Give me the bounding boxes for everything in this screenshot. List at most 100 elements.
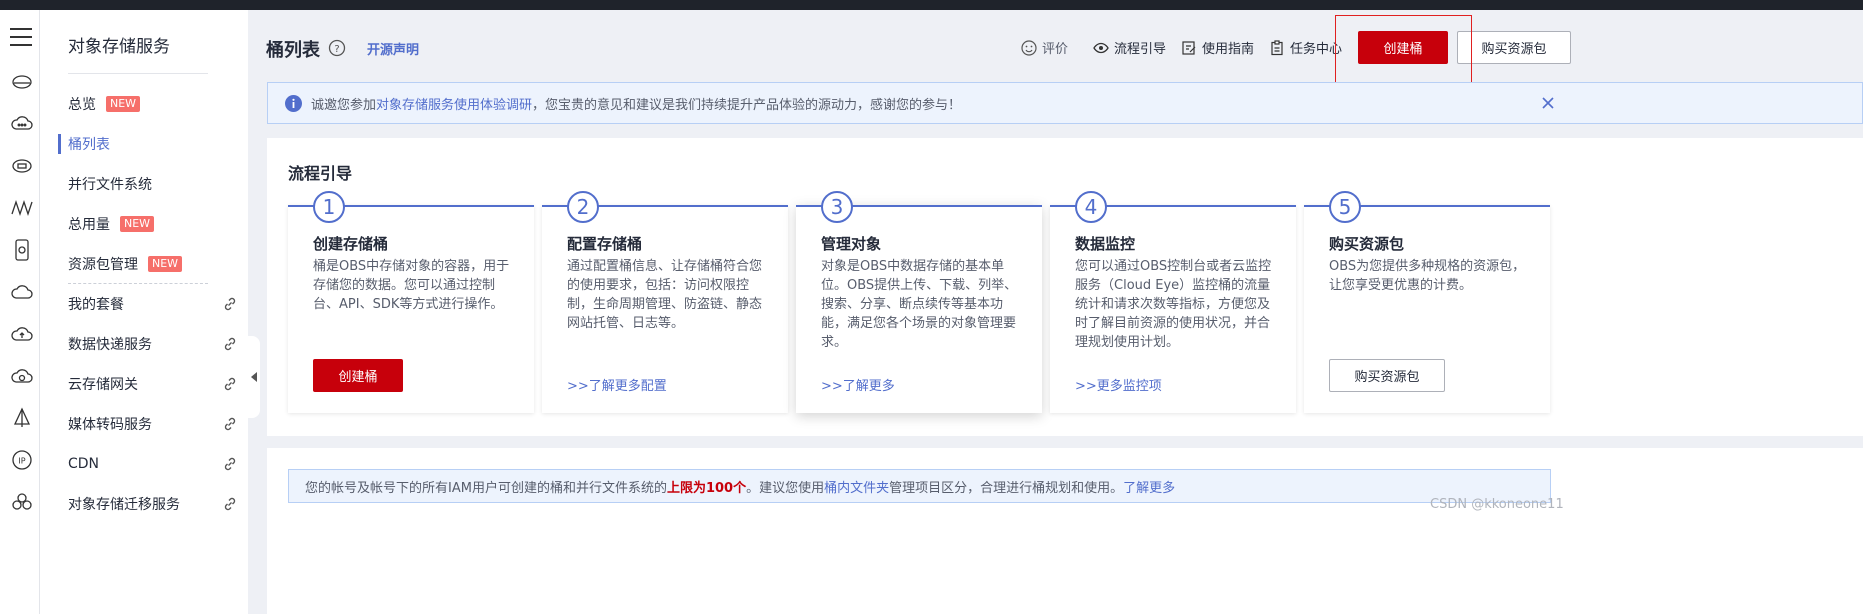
step-card-manage-objects: 3 管理对象 对象是OBS中数据存储的基本单位。OBS提供上传、下载、列举、搜索…: [796, 191, 1042, 413]
flow-guide-title: 流程引导: [288, 164, 353, 183]
sidebar-item-label: 媒体转码服务: [68, 417, 152, 433]
svg-text:?: ?: [334, 44, 339, 55]
service-sidebar: 对象存储服务 总览 NEW 桶列表 并行文件系统 总用量 NEW 资源包管理 N…: [40, 10, 248, 614]
sidebar-item-my-plan[interactable]: 我的套餐: [68, 292, 238, 316]
sidebar-item-media-transcode[interactable]: 媒体转码服务: [68, 412, 238, 436]
sidebar-item-label: 数据快递服务: [68, 337, 152, 353]
limit-highlight: 上限为100个: [666, 480, 747, 496]
sidebar-item-package-mgmt[interactable]: 资源包管理 NEW: [68, 252, 238, 276]
step-card-buy-package: 5 购买资源包 OBS为您提供多种规格的资源包，让您享受更优惠的计费。 购买资源…: [1304, 191, 1550, 413]
step-create-bucket-button[interactable]: 创建桶: [313, 359, 403, 392]
step-title: 配置存储桶: [567, 235, 643, 253]
new-badge: NEW: [106, 96, 141, 112]
rate-button[interactable]: 评价: [1021, 38, 1068, 57]
step-card-create-bucket: 1 创建存储桶 桶是OBS中存储对象的容器，用于存储您的数据。您可以通过控制台、…: [288, 191, 534, 413]
step-card-data-monitoring: 4 数据监控 您可以通过OBS控制台或者云监控服务（Cloud Eye）监控桶的…: [1050, 191, 1296, 413]
step-number: 1: [313, 191, 345, 223]
step-title: 数据监控: [1075, 235, 1136, 253]
step-number: 3: [821, 191, 853, 223]
learn-more-link[interactable]: >>了解更多: [821, 375, 895, 394]
external-link-icon: [224, 457, 236, 471]
edit-doc-icon: [1182, 40, 1196, 55]
phone-cloud-icon[interactable]: [10, 238, 34, 262]
sidebar-item-label: 桶列表: [68, 137, 110, 153]
sidebar-divider: [68, 73, 208, 74]
help-icon[interactable]: ?: [328, 39, 346, 57]
open-source-statement-link[interactable]: 开源声明: [367, 39, 419, 58]
survey-notice: 诚邀您参加对象存储服务使用体验调研，您宝贵的意见和建议是我们持续提升产品体验的源…: [267, 82, 1863, 124]
bridge-icon[interactable]: [10, 196, 34, 220]
cloud-sync-icon[interactable]: [10, 364, 34, 388]
sidebar-item-label: 总用量: [68, 217, 110, 233]
usage-guide-button[interactable]: 使用指南: [1181, 38, 1254, 57]
learn-more-config-link[interactable]: >>了解更多配置: [567, 375, 667, 394]
info-icon: [285, 94, 302, 112]
sidebar-item-label: 云存储网关: [68, 377, 138, 393]
page-title: 桶列表: [266, 40, 320, 61]
step-description: OBS为您提供多种规格的资源包，让您享受更优惠的计费。: [1329, 259, 1526, 293]
step-description: 桶是OBS中存储对象的容器，用于存储您的数据。您可以通过控制台、API、SDK等…: [313, 259, 510, 312]
cloud-icon[interactable]: [10, 112, 34, 136]
step-card-configure-bucket: 2 配置存储桶 通过配置桶信息、让存储桶符合您的使用要求，包括：访问权限控制，生…: [542, 191, 788, 413]
active-indicator: [58, 134, 61, 154]
limit-middle: 。建议您使用: [746, 480, 825, 496]
sidebar-item-total-usage[interactable]: 总用量 NEW: [68, 212, 238, 236]
flow-guide-button[interactable]: 流程引导: [1093, 38, 1166, 57]
external-link-icon: [224, 417, 236, 431]
task-center-button[interactable]: 任务中心: [1269, 38, 1342, 57]
survey-link[interactable]: 对象存储服务使用体验调研: [376, 98, 532, 113]
sail-icon[interactable]: [10, 406, 34, 430]
notice-text: 诚邀您参加对象存储服务使用体验调研，您宝贵的意见和建议是我们持续提升产品体验的源…: [311, 94, 961, 113]
svg-text:IP: IP: [18, 457, 25, 466]
step-title: 创建存储桶: [313, 235, 389, 253]
collapse-arrow-icon: [251, 372, 257, 382]
external-link-icon: [224, 377, 236, 391]
sidebar-item-bucket-list[interactable]: 桶列表: [58, 132, 238, 156]
eye-icon: [1093, 42, 1109, 53]
bucket-folder-link[interactable]: 桶内文件夹: [824, 477, 889, 496]
service-title: 对象存储服务: [68, 37, 170, 57]
cloud-outline-icon[interactable]: [10, 280, 34, 304]
more-monitoring-link[interactable]: >>更多监控项: [1075, 375, 1162, 394]
limit-suffix: 管理项目区分，合理进行桶规划和使用。: [889, 480, 1124, 496]
rate-label: 评价: [1042, 42, 1069, 57]
sidebar-item-label: 我的套餐: [68, 297, 124, 313]
clipboard-icon: [1271, 39, 1283, 55]
bucket-limit-notice: 您的帐号及帐号下的所有IAM用户可创建的桶和并行文件系统的 上限为100个 。建议您…: [288, 469, 1551, 503]
sidebar-item-cdn[interactable]: CDN: [68, 452, 238, 476]
service-icon-rail: IP: [0, 10, 40, 614]
database-icon[interactable]: [10, 154, 34, 178]
new-badge: NEW: [148, 256, 183, 272]
limit-prefix: 您的帐号及帐号下的所有IAM用户可创建的桶和并行文件系统的: [305, 480, 667, 496]
sidebar-item-data-express[interactable]: 数据快递服务: [68, 332, 238, 356]
sidebar-item-label: 资源包管理: [68, 257, 138, 273]
watermark: CSDN @kkoneone11: [1430, 497, 1564, 512]
external-link-icon: [224, 497, 236, 511]
cluster-icon[interactable]: [10, 490, 34, 514]
close-icon[interactable]: [1540, 95, 1556, 111]
sidebar-item-overview[interactable]: 总览 NEW: [68, 92, 238, 116]
step-description: 通过配置桶信息、让存储桶符合您的使用要求，包括：访问权限控制，生命周期管理、防盗…: [567, 259, 763, 331]
external-link-icon: [224, 297, 236, 311]
sidebar-item-migration[interactable]: 对象存储迁移服务: [68, 492, 238, 516]
ip-icon[interactable]: IP: [10, 448, 34, 472]
flow-guide-label: 流程引导: [1114, 42, 1167, 57]
sidebar-item-label: 对象存储迁移服务: [68, 497, 180, 513]
step-description: 您可以通过OBS控制台或者云监控服务（Cloud Eye）监控桶的流量统计和请求…: [1075, 259, 1272, 350]
storage-disk-icon[interactable]: [10, 70, 34, 94]
sidebar-item-storage-gateway[interactable]: 云存储网关: [68, 372, 238, 396]
bucket-list-panel: 您的帐号及帐号下的所有IAM用户可创建的桶和并行文件系统的 上限为100个 。建议您…: [267, 448, 1863, 614]
step-title: 购买资源包: [1329, 235, 1405, 253]
buy-package-button[interactable]: 购买资源包: [1457, 31, 1571, 64]
sidebar-item-label: 总览: [68, 97, 96, 113]
cloud-upload-icon[interactable]: [10, 322, 34, 346]
step-buy-package-button[interactable]: 购买资源包: [1329, 359, 1445, 392]
menu-icon[interactable]: [10, 28, 32, 46]
notice-suffix: ，您宝贵的意见和建议是我们持续提升产品体验的源动力，感谢您的参与！: [532, 97, 962, 113]
step-description: 对象是OBS中数据存储的基本单位。OBS提供上传、下载、列举、搜索、分享、断点续…: [821, 259, 1018, 350]
sidebar-item-parallel-fs[interactable]: 并行文件系统: [68, 172, 238, 196]
sidebar-collapse-handle[interactable]: [248, 336, 260, 418]
learn-more-link[interactable]: 了解更多: [1123, 477, 1175, 496]
smile-icon: [1021, 39, 1037, 56]
external-link-icon: [224, 337, 236, 351]
